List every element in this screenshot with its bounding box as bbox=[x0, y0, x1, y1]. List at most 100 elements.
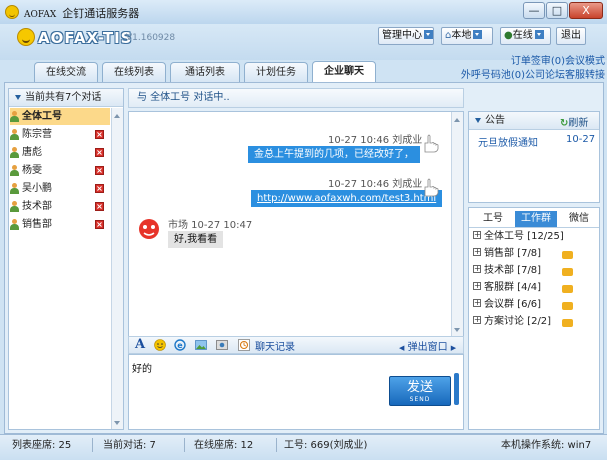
forum-link[interactable]: 公司论坛 bbox=[525, 70, 565, 81]
close-contact-icon[interactable]: × bbox=[95, 130, 104, 139]
chat-history-link[interactable]: 聊天记录 bbox=[255, 338, 295, 353]
online-status-button[interactable]: ●在线 bbox=[500, 27, 551, 45]
contact-label: 技术部 bbox=[22, 201, 52, 212]
local-button[interactable]: ⌂本地 bbox=[441, 27, 493, 45]
group-label: 全体工号 [12/25] bbox=[484, 231, 564, 242]
group-item[interactable]: + 全体工号 [12/25] bbox=[473, 229, 597, 245]
chevron-down-icon bbox=[534, 29, 544, 39]
group-item[interactable]: + 技术部 [7/8] bbox=[473, 263, 597, 279]
expand-icon[interactable]: + bbox=[473, 248, 481, 256]
tab-scheduled-tasks[interactable]: 计划任务 bbox=[244, 62, 308, 82]
contact-label: 杨雯 bbox=[22, 165, 42, 176]
person-icon bbox=[10, 164, 19, 176]
header-links-line1: 订单签审(0)会议模式 bbox=[471, 52, 605, 67]
contact-label: 陈宗营 bbox=[22, 129, 52, 140]
emoji-icon[interactable] bbox=[154, 339, 166, 351]
expand-icon[interactable]: + bbox=[473, 231, 481, 239]
group-item[interactable]: + 客服群 [4/4] bbox=[473, 280, 597, 296]
status-os: 本机操作系统: win7 bbox=[501, 440, 592, 451]
browser-icon[interactable]: e bbox=[174, 339, 186, 351]
tab-online-chat[interactable]: 在线交流 bbox=[34, 62, 98, 82]
window-title-text: 企钉通话服务器 bbox=[62, 7, 140, 20]
close-contact-icon[interactable]: × bbox=[95, 184, 104, 193]
group-label: 技术部 [7/8] bbox=[484, 265, 542, 276]
person-icon bbox=[10, 146, 19, 158]
arrow-right-icon: ▶ bbox=[450, 344, 457, 352]
close-contact-icon[interactable]: × bbox=[95, 202, 104, 211]
image-icon[interactable] bbox=[195, 339, 207, 351]
version-label: V1.160928 bbox=[126, 33, 176, 43]
refresh-button[interactable]: ↻刷新 bbox=[560, 114, 588, 129]
tab-enterprise-chat[interactable]: 企业聊天 bbox=[312, 61, 376, 83]
chat-bubble-icon[interactable] bbox=[562, 285, 573, 293]
close-button[interactable]: X bbox=[569, 2, 603, 19]
expand-icon[interactable]: + bbox=[473, 299, 481, 307]
notice-title: 公告 bbox=[485, 115, 505, 126]
contact-item-all[interactable]: 全体工号 bbox=[10, 108, 110, 125]
group-item[interactable]: + 销售部 [7/8] bbox=[473, 246, 597, 262]
groups-divider bbox=[469, 227, 599, 228]
popup-window-label: 弹出窗口 bbox=[407, 342, 448, 353]
scroll-up-icon[interactable] bbox=[114, 111, 120, 118]
contact-label: 全体工号 bbox=[22, 111, 62, 122]
tab-wechat[interactable]: 微信 bbox=[563, 211, 595, 227]
pointing-hand-icon bbox=[424, 134, 439, 153]
collapse-icon bbox=[475, 118, 481, 126]
chat-scrollbar[interactable] bbox=[451, 112, 463, 336]
scroll-up-icon[interactable] bbox=[454, 115, 460, 122]
popup-window-button[interactable]: ◀ 弹出窗口 ▶ bbox=[399, 338, 456, 353]
tab-work-groups[interactable]: 工作群 bbox=[515, 211, 557, 227]
maximize-button[interactable]: □ bbox=[546, 2, 568, 19]
message-input[interactable]: 好的 bbox=[132, 360, 382, 376]
expand-icon[interactable]: + bbox=[473, 265, 481, 273]
send-label: 发送 bbox=[406, 380, 433, 395]
service-transfer-link[interactable]: 客服转接 bbox=[565, 70, 605, 81]
expand-icon[interactable]: + bbox=[473, 316, 481, 324]
contacts-count: 当前共有7个对话 bbox=[25, 92, 102, 103]
logo: AOFAX-TIS bbox=[38, 29, 133, 47]
group-item[interactable]: + 方案讨论 [2/2] bbox=[473, 314, 597, 330]
contact-label: 唐彪 bbox=[22, 147, 42, 158]
scroll-down-icon[interactable] bbox=[454, 328, 460, 335]
refresh-label: 刷新 bbox=[568, 118, 589, 129]
tab-call-list[interactable]: 通话列表 bbox=[170, 62, 240, 82]
screenshot-icon[interactable] bbox=[216, 339, 228, 351]
logout-button[interactable]: 退出 bbox=[556, 27, 586, 45]
history-icon[interactable] bbox=[238, 339, 250, 351]
svg-text:e: e bbox=[177, 341, 183, 350]
arrow-left-icon: ◀ bbox=[399, 344, 405, 352]
close-contact-icon[interactable]: × bbox=[95, 220, 104, 229]
local-label: 本地 bbox=[451, 30, 472, 41]
group-label: 方案讨论 [2/2] bbox=[484, 316, 552, 327]
status-current-chats: 当前对话: 7 bbox=[103, 440, 156, 451]
chat-bubble-icon[interactable] bbox=[562, 319, 573, 327]
message-link[interactable]: http://www.aofaxwh.com/test3.html bbox=[257, 193, 436, 204]
message-meta: 10-27 10:46 刘成业 bbox=[328, 135, 423, 146]
chat-bubble-icon[interactable] bbox=[562, 302, 573, 310]
minimize-button[interactable]: — bbox=[523, 2, 545, 19]
chat-bubble-icon[interactable] bbox=[562, 251, 573, 259]
window-title: AOFAX 企钉通话服务器 bbox=[24, 5, 139, 21]
group-item[interactable]: + 会议群 [6/6] bbox=[473, 297, 597, 313]
close-contact-icon[interactable]: × bbox=[95, 148, 104, 157]
number-pool-link[interactable]: 外呼号码池(0) bbox=[461, 70, 525, 81]
tab-agents[interactable]: 工号 bbox=[476, 211, 510, 227]
notice-item-title[interactable]: 元旦放假通知 bbox=[478, 134, 538, 149]
chat-bubble-icon[interactable] bbox=[562, 268, 573, 276]
chevron-down-icon bbox=[424, 29, 433, 39]
chevron-down-icon bbox=[473, 29, 483, 39]
contacts-scrollbar[interactable] bbox=[111, 108, 123, 429]
tab-online-list[interactable]: 在线列表 bbox=[102, 62, 166, 82]
send-button[interactable]: 发送 SEND bbox=[389, 376, 451, 406]
close-contact-icon[interactable]: × bbox=[95, 166, 104, 175]
font-icon[interactable]: A bbox=[135, 337, 145, 352]
pointing-hand-icon bbox=[424, 178, 439, 197]
scroll-down-icon[interactable] bbox=[114, 421, 120, 428]
admin-center-button[interactable]: 管理中心 bbox=[378, 27, 434, 45]
contacts-header: 当前共有7个对话 bbox=[9, 89, 123, 107]
online-label: 在线 bbox=[512, 30, 533, 41]
status-bar: 列表座席: 25 当前对话: 7 在线座席: 12 工号: 669(刘成业) 本… bbox=[0, 434, 607, 460]
input-resize-handle[interactable] bbox=[454, 373, 459, 405]
status-agent: 工号: 669(刘成业) bbox=[284, 440, 368, 451]
expand-icon[interactable]: + bbox=[473, 282, 481, 290]
